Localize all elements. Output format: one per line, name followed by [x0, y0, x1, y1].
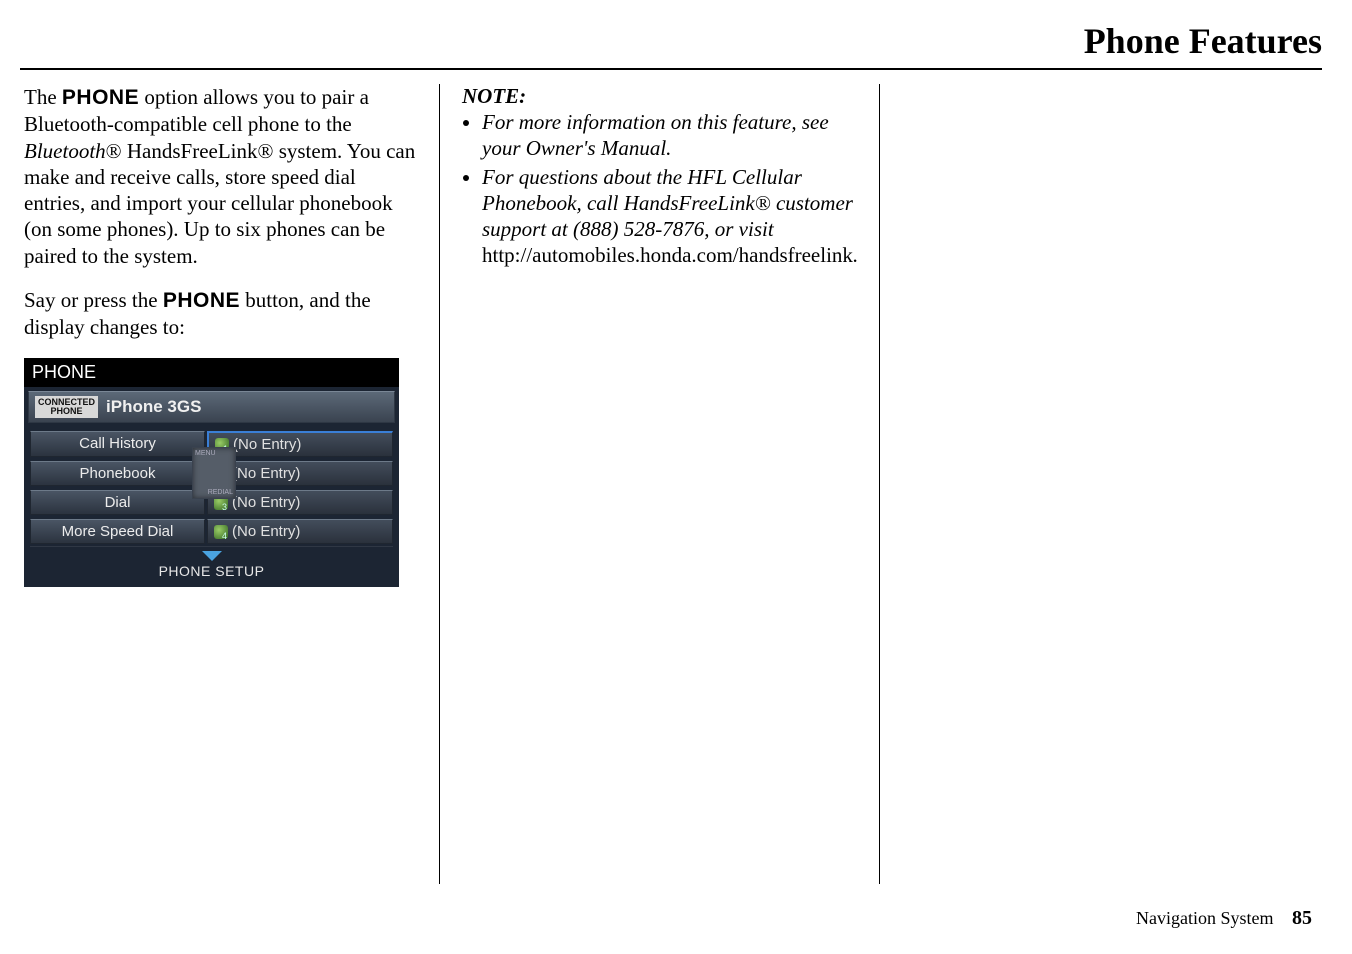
badge-line2: PHONE [38, 407, 95, 416]
screen-title: PHONE [24, 358, 399, 387]
more-speed-dial-button[interactable]: More Speed Dial [30, 519, 205, 544]
phone-setup-button[interactable]: PHONE SETUP [30, 546, 393, 585]
connected-badge: CONNECTED PHONE [35, 396, 98, 418]
note-text: For more information on this feature, se… [482, 110, 829, 160]
call-history-button[interactable]: Call History [30, 431, 205, 457]
note-text: For questions about the HFL Cellular Pho… [482, 165, 853, 242]
note-url: http://automobiles.honda.com/handsfreeli… [482, 243, 853, 267]
text: Say or press the [24, 288, 163, 312]
entry-text: (No Entry) [232, 465, 300, 482]
connected-phone-row[interactable]: CONNECTED PHONE iPhone 3GS [28, 391, 395, 423]
page-footer: Navigation System 85 [1136, 907, 1312, 930]
phone-setup-label: PHONE SETUP [159, 563, 265, 579]
slot-num: 3 [222, 502, 227, 512]
note-item-2: For questions about the HFL Cellular Pho… [482, 164, 857, 269]
bluetooth-word: Bluetooth [24, 139, 106, 163]
column-2: NOTE: For more information on this featu… [440, 84, 880, 884]
note-period: . [853, 243, 858, 267]
column-3 [880, 84, 1322, 884]
page-header: Phone Features [20, 20, 1322, 70]
column-1: The PHONE option allows you to pair a Bl… [20, 84, 440, 884]
entry-text: (No Entry) [232, 523, 300, 540]
phonebook-button[interactable]: Phonebook [30, 461, 205, 486]
note-item-1: For more information on this feature, se… [482, 109, 857, 162]
down-arrow-icon [202, 551, 222, 561]
phone-menu-grid: MENU REDIAL Call History 1(No Entry) Pho… [24, 427, 399, 546]
phone-keyword: PHONE [163, 289, 240, 312]
entry-text: (No Entry) [232, 494, 300, 511]
center-dpad-icon: MENU REDIAL [192, 447, 236, 499]
text: The [24, 85, 62, 109]
dpad-label-bottom: REDIAL [208, 489, 233, 496]
phone-screen: PHONE CONNECTED PHONE iPhone 3GS MENU RE… [24, 358, 399, 587]
speed-dial-4[interactable]: 4 (No Entry) [207, 519, 393, 544]
dial-button[interactable]: Dial [30, 490, 205, 515]
footer-label: Navigation System [1136, 908, 1274, 928]
page-title: Phone Features [20, 20, 1322, 62]
entry-text: (No Entry) [233, 436, 301, 453]
note-list: For more information on this feature, se… [462, 109, 857, 269]
page-number: 85 [1292, 907, 1312, 929]
instruction-paragraph: Say or press the PHONE button, and the d… [24, 287, 417, 341]
intro-paragraph: The PHONE option allows you to pair a Bl… [24, 84, 417, 269]
phone-keyword: PHONE [62, 86, 139, 109]
slot-num: 4 [222, 531, 227, 541]
content-columns: The PHONE option allows you to pair a Bl… [20, 84, 1322, 884]
note-heading: NOTE: [462, 84, 857, 109]
dpad-label-top: MENU [195, 450, 233, 457]
connected-phone-name: iPhone 3GS [106, 397, 201, 417]
